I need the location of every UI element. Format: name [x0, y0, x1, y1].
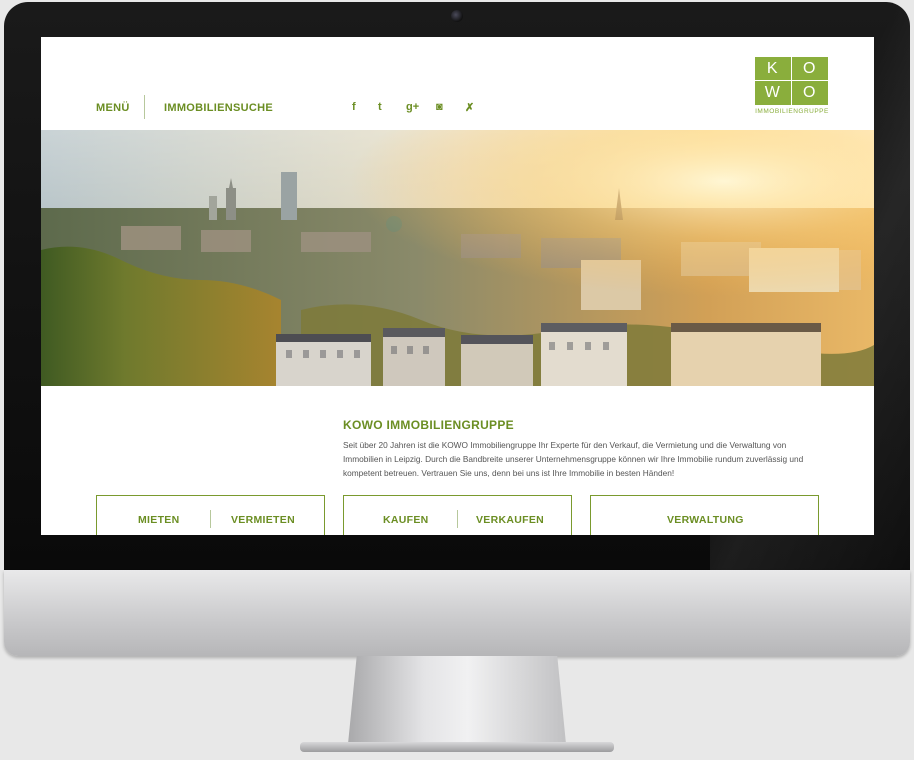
- kowo-logo[interactable]: K O W O: [755, 57, 828, 105]
- kaufen-link[interactable]: KAUFEN: [383, 514, 429, 526]
- twitter-icon[interactable]: t: [378, 101, 382, 113]
- verwaltung-link[interactable]: VERWALTUNG: [667, 514, 744, 526]
- monitor-stand: [348, 656, 566, 744]
- hero-city-image: [41, 130, 874, 386]
- mieten-link[interactable]: MIETEN: [138, 514, 179, 526]
- instagram-icon[interactable]: ◙: [436, 101, 443, 113]
- menu-link[interactable]: MENÜ: [96, 102, 130, 114]
- management-box[interactable]: VERWALTUNG: [590, 495, 819, 535]
- logo-letter: K: [755, 57, 792, 81]
- facebook-icon[interactable]: f: [352, 101, 356, 113]
- logo-subtitle: IMMOBILIENGRUPPE: [755, 108, 829, 115]
- site-header: MENÜ IMMOBILIENSUCHE f t g+ ◙ ✗ K O W O …: [41, 37, 874, 130]
- webcam-icon: [451, 10, 463, 22]
- nav-divider: [144, 95, 145, 119]
- vermieten-link[interactable]: VERMIETEN: [231, 514, 295, 526]
- buy-box: KAUFEN VERKAUFEN: [343, 495, 572, 535]
- google-plus-icon[interactable]: g+: [406, 101, 419, 113]
- verkaufen-link[interactable]: VERKAUFEN: [476, 514, 544, 526]
- logo-letter: O: [803, 84, 817, 101]
- box-divider: [210, 510, 211, 528]
- rent-box: MIETEN VERMIETEN: [96, 495, 325, 535]
- logo-letter: O: [791, 57, 828, 81]
- property-search-link[interactable]: IMMOBILIENSUCHE: [164, 102, 273, 114]
- intro-title: KOWO IMMOBILIENGRUPPE: [343, 418, 514, 432]
- intro-text: Seit über 20 Jahren ist die KOWO Immobil…: [343, 440, 804, 478]
- monitor-chin: [4, 570, 910, 656]
- monitor-stand-foot: [300, 742, 614, 752]
- logo-letter: W: [755, 81, 792, 105]
- xing-icon[interactable]: ✗: [465, 101, 474, 114]
- box-divider: [457, 510, 458, 528]
- website-screen: MENÜ IMMOBILIENSUCHE f t g+ ◙ ✗ K O W O …: [41, 37, 874, 535]
